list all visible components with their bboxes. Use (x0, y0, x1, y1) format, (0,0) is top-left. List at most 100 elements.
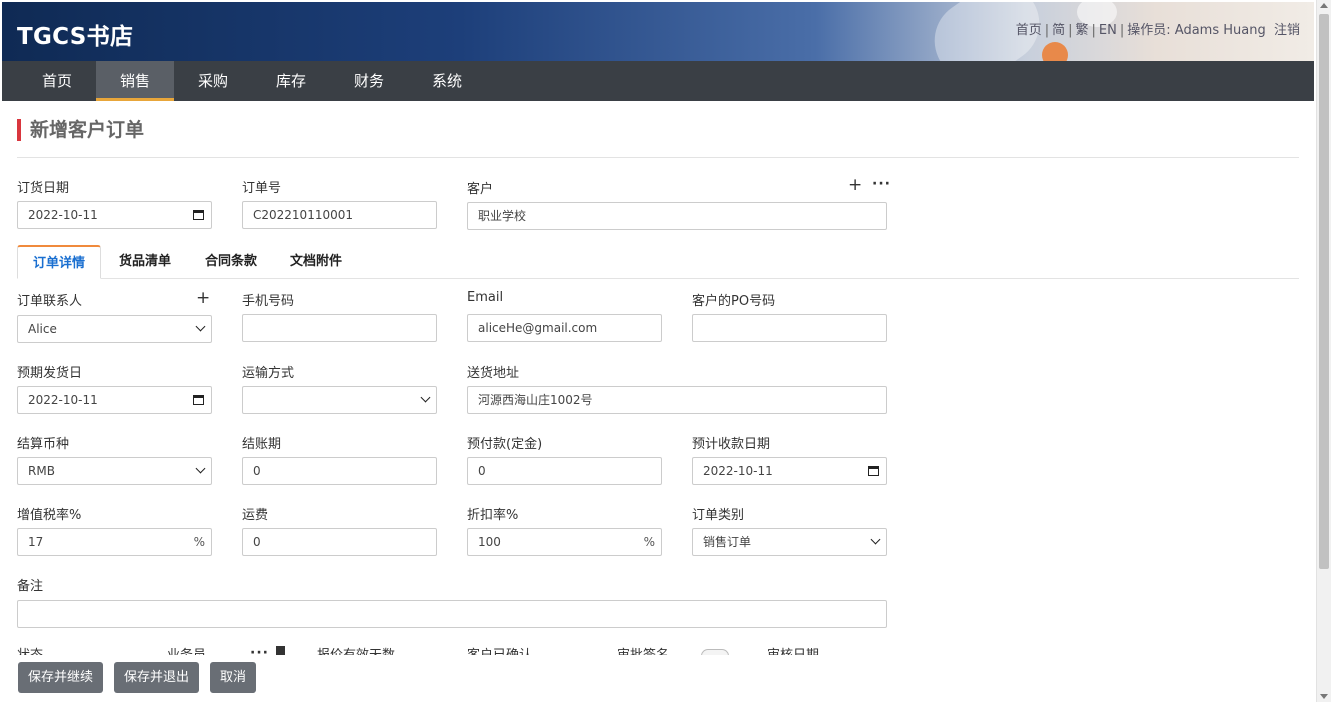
tab-goods-list[interactable]: 货品清单 (110, 245, 180, 279)
customer-confirmed-label: 客户已确认 (467, 644, 532, 655)
prepay-value: 0 (478, 464, 486, 478)
discount-input[interactable]: 100 % (467, 528, 662, 556)
ship-date-label: 预期发货日 (17, 366, 83, 381)
vat-input[interactable]: 17 % (17, 528, 212, 556)
nav-item-home[interactable]: 首页 (18, 61, 96, 101)
customer-input[interactable]: 职业学校 (467, 202, 887, 230)
order-date-input[interactable]: 2022-10-11 (17, 201, 212, 229)
order-date-value: 2022-10-11 (28, 208, 98, 222)
freight-value: 0 (253, 535, 261, 549)
remark-label: 备注 (17, 579, 44, 594)
period-value: 0 (253, 464, 261, 478)
order-type-select[interactable]: 销售订单 (692, 528, 887, 556)
shipping-label: 运输方式 (242, 366, 295, 381)
main-nav: 首页 销售 采购 库存 财务 系统 (2, 61, 1314, 101)
po-input[interactable] (692, 314, 887, 342)
review-date-label: 审核日期 (767, 644, 819, 655)
chevron-down-icon (195, 463, 206, 474)
link-english[interactable]: EN (1099, 23, 1117, 38)
address-value: 河源西海山庄1002号 (478, 393, 593, 407)
ship-date-value: 2022-10-11 (28, 393, 98, 407)
discount-label: 折扣率% (467, 508, 519, 523)
shipping-select[interactable] (242, 386, 437, 414)
contact-value: Alice (28, 322, 57, 336)
email-value: aliceHe@gmail.com (478, 321, 598, 335)
add-customer-icon[interactable]: + (848, 177, 862, 194)
calendar-icon[interactable] (868, 466, 879, 476)
logout-link[interactable]: 注销 (1274, 23, 1300, 38)
order-no-input[interactable]: C202210110001 (242, 201, 437, 229)
address-input[interactable]: 河源西海山庄1002号 (467, 386, 887, 414)
percent-suffix: % (643, 535, 655, 549)
percent-suffix: % (193, 535, 205, 549)
tab-order-details[interactable]: 订单详情 (17, 245, 101, 279)
divider (17, 157, 1299, 158)
order-date-label: 订货日期 (17, 181, 70, 196)
link-home[interactable]: 首页 (1016, 23, 1042, 38)
discount-value: 100 (478, 535, 501, 549)
nav-item-purchase[interactable]: 采购 (174, 61, 252, 101)
vertical-scrollbar[interactable] (1316, 0, 1331, 702)
contact-label: 订单联系人 (17, 294, 83, 309)
customer-label: 客户 (467, 182, 494, 197)
ship-date-input[interactable]: 2022-10-11 (17, 386, 212, 414)
nav-item-inventory[interactable]: 库存 (252, 61, 330, 101)
status-label: 状态 (17, 644, 43, 655)
po-label: 客户的PO号码 (692, 294, 776, 309)
currency-label: 结算币种 (17, 437, 70, 452)
address-label: 送货地址 (467, 366, 520, 381)
phone-label: 手机号码 (242, 294, 295, 309)
nav-item-finance[interactable]: 财务 (330, 61, 408, 101)
chevron-down-icon (195, 321, 206, 332)
tab-divider (17, 278, 1299, 279)
salesperson-label: 业务员 (167, 644, 206, 655)
clipped-row: 状态 业务员 ··· 报价有效天数 客户已确认 审批签名 审核日期 (0, 640, 1300, 655)
trash-icon[interactable] (276, 646, 285, 655)
nav-item-system[interactable]: 系统 (408, 61, 486, 101)
pay-date-label: 预计收款日期 (692, 437, 771, 452)
link-simplified[interactable]: 简 (1052, 23, 1065, 38)
freight-label: 运费 (242, 508, 269, 523)
customer-value: 职业学校 (478, 209, 527, 223)
save-continue-button[interactable]: 保存并继续 (18, 662, 104, 693)
save-exit-button[interactable]: 保存并退出 (114, 662, 200, 693)
link-traditional[interactable]: 繁 (1076, 23, 1089, 38)
tab-contract-terms[interactable]: 合同条款 (196, 245, 266, 279)
chevron-down-icon (870, 534, 881, 545)
operator-name: Adams Huang (1174, 23, 1266, 38)
remark-input[interactable] (17, 600, 887, 628)
scrollbar-thumb[interactable] (1319, 14, 1329, 569)
scroll-down-icon[interactable] (1320, 694, 1328, 699)
operator-label: 操作员: (1127, 23, 1175, 38)
pay-date-input[interactable]: 2022-10-11 (692, 457, 887, 485)
freight-input[interactable]: 0 (242, 528, 437, 556)
chevron-down-icon (420, 392, 431, 403)
more-icon[interactable]: ··· (872, 177, 891, 191)
pay-date-value: 2022-10-11 (703, 464, 773, 478)
header-decoration (1042, 42, 1068, 61)
more-icon[interactable]: ··· (250, 646, 269, 655)
currency-select[interactable]: RMB (17, 457, 212, 485)
email-input[interactable]: aliceHe@gmail.com (467, 314, 662, 342)
period-input[interactable]: 0 (242, 457, 437, 485)
nav-item-sales[interactable]: 销售 (96, 61, 174, 101)
calendar-icon[interactable] (193, 210, 204, 220)
prepay-input[interactable]: 0 (467, 457, 662, 485)
calendar-icon[interactable] (193, 395, 204, 405)
scroll-up-icon[interactable] (1320, 3, 1328, 8)
period-label: 结账期 (242, 437, 282, 452)
add-contact-icon[interactable]: + (196, 290, 210, 307)
order-no-value: C202210110001 (253, 208, 353, 222)
top-links: 首页 | 简 | 繁 | EN | 操作员: Adams Huang 注销 (1015, 23, 1300, 38)
tab-attachments[interactable]: 文档附件 (281, 245, 351, 279)
order-type-label: 订单类别 (692, 508, 745, 523)
brand-logo: TGCS书店 (17, 24, 134, 50)
approval-toggle[interactable] (701, 649, 729, 655)
approval-signature-label: 审批签名 (617, 644, 669, 655)
vat-label: 增值税率% (17, 508, 82, 523)
cancel-button[interactable]: 取消 (210, 662, 257, 693)
contact-select[interactable]: Alice (17, 315, 212, 343)
app-header: TGCS书店 首页 | 简 | 繁 | EN | 操作员: Adams Huang 注销 (2, 2, 1314, 61)
currency-value: RMB (28, 464, 55, 478)
phone-input[interactable] (242, 314, 437, 342)
